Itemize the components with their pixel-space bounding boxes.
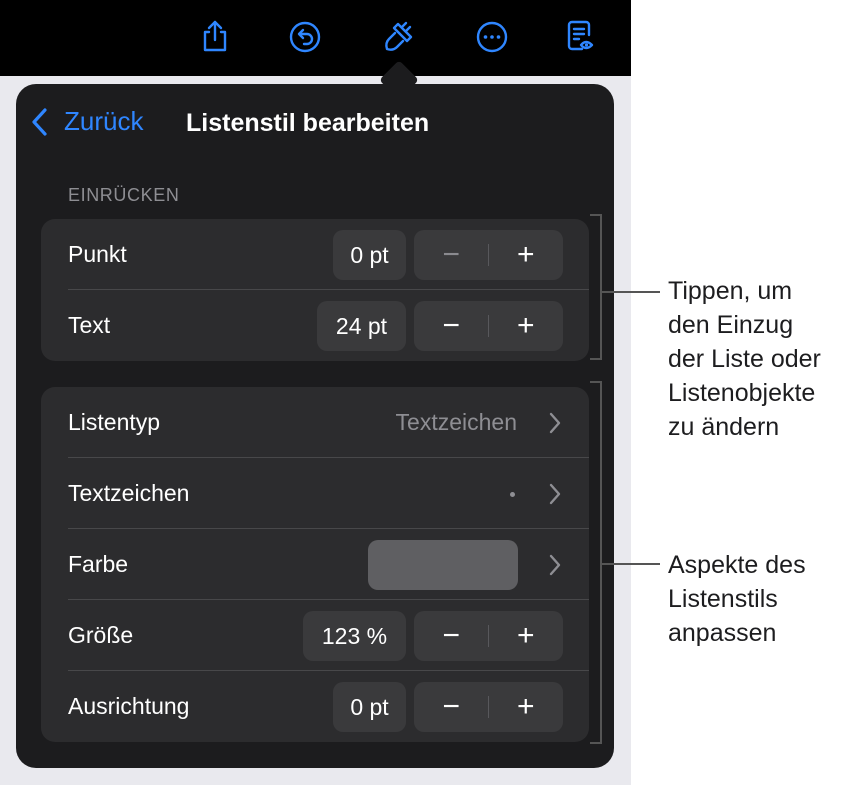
decrement-button[interactable]: − xyxy=(414,301,489,351)
chevron-right-icon xyxy=(549,554,561,576)
color-swatch[interactable] xyxy=(368,540,518,590)
row-color[interactable]: Farbe xyxy=(41,529,589,600)
section-label-indent: EINRÜCKEN xyxy=(68,185,180,205)
increment-button[interactable]: + xyxy=(489,611,564,661)
list-type-value: Textzeichen xyxy=(395,409,517,435)
format-brush-icon[interactable] xyxy=(381,16,417,56)
stepper-divider xyxy=(488,315,489,337)
text-indent-value[interactable]: 24 pt xyxy=(317,301,406,351)
row-label: Textzeichen xyxy=(68,480,190,506)
back-button[interactable]: Zurück xyxy=(30,106,143,137)
size-stepper: − + xyxy=(414,611,563,661)
decrement-button[interactable]: − xyxy=(414,682,489,732)
increment-button[interactable]: + xyxy=(489,301,564,351)
row-label: Text xyxy=(68,312,111,338)
indent-leader-line xyxy=(602,291,660,293)
row-label: Farbe xyxy=(68,551,129,577)
indent-bracket xyxy=(590,214,602,360)
decrement-button[interactable]: − xyxy=(414,230,489,280)
indent-row-bullet: Punkt 0 pt − + xyxy=(41,219,589,290)
size-value[interactable]: 123 % xyxy=(303,611,406,661)
row-bullet-character[interactable]: Textzeichen xyxy=(41,458,589,529)
stepper-divider xyxy=(488,696,489,718)
ipad-screen: Zurück Listenstil bearbeiten EINRÜCKEN P… xyxy=(0,0,631,785)
indent-row-text: Text 24 pt − + xyxy=(41,290,589,361)
back-label: Zurück xyxy=(64,106,144,136)
callout-style: Aspekte des Listenstils anpassen xyxy=(668,551,806,647)
alignment-value[interactable]: 0 pt xyxy=(333,682,406,732)
row-label: Größe xyxy=(68,622,134,648)
reader-view-icon[interactable] xyxy=(561,16,597,56)
row-label: Punkt xyxy=(68,241,127,267)
increment-button[interactable]: + xyxy=(489,682,564,732)
chevron-right-icon xyxy=(549,412,561,434)
bullet-indent-stepper: − + xyxy=(414,230,563,280)
style-leader-line xyxy=(602,563,660,565)
chevron-right-icon xyxy=(549,483,561,505)
alignment-stepper: − + xyxy=(414,682,563,732)
list-style-group: Listentyp Textzeichen Textzeichen Farbe … xyxy=(41,387,589,742)
stepper-divider xyxy=(488,625,489,647)
text-indent-stepper: − + xyxy=(414,301,563,351)
row-alignment: Ausrichtung 0 pt − + xyxy=(41,671,589,742)
row-size: Größe 123 % − + xyxy=(41,600,589,671)
callout-indent: Tippen, um den Einzug der Liste oder Lis… xyxy=(668,277,821,441)
increment-button[interactable]: + xyxy=(489,230,564,280)
bullet-preview xyxy=(510,492,515,497)
edit-list-style-popover: Zurück Listenstil bearbeiten EINRÜCKEN P… xyxy=(16,84,614,768)
style-bracket xyxy=(590,381,602,744)
row-label: Listentyp xyxy=(68,409,161,435)
row-list-type[interactable]: Listentyp Textzeichen xyxy=(41,387,589,458)
toolbar xyxy=(0,0,631,76)
indent-group: Punkt 0 pt − + Text 24 pt − + xyxy=(41,219,589,361)
row-label: Ausrichtung xyxy=(68,693,190,719)
more-icon[interactable] xyxy=(474,16,510,56)
decrement-button[interactable]: − xyxy=(414,611,489,661)
share-icon[interactable] xyxy=(197,16,233,56)
chevron-left-icon xyxy=(32,107,47,136)
undo-icon[interactable] xyxy=(287,16,323,56)
popover-title: Listenstil bearbeiten xyxy=(186,109,430,137)
stepper-divider xyxy=(488,244,489,266)
bullet-indent-value[interactable]: 0 pt xyxy=(333,230,406,280)
